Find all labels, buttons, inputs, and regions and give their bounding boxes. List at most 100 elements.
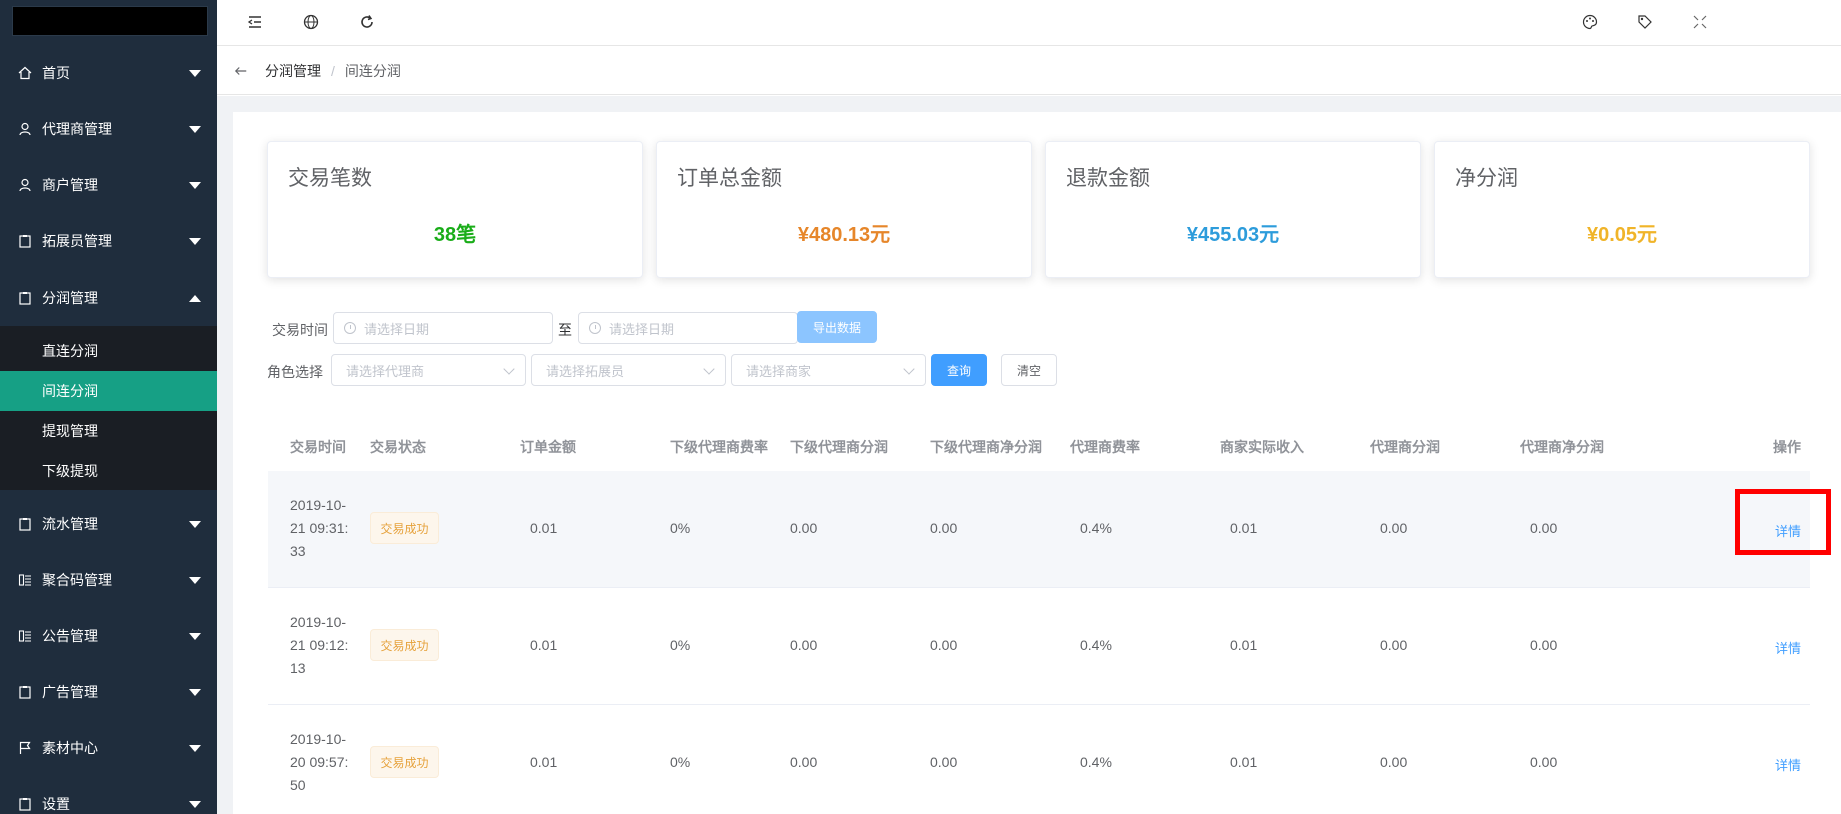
sidebar-item-expanders[interactable]: 拓展员管理	[0, 213, 217, 269]
cell-trade-time-line: 21 09:12:	[290, 637, 349, 653]
cell-sub-profit: 0.00	[790, 637, 818, 653]
sidebar-item-settings[interactable]: 设置	[0, 776, 217, 814]
cell-sub-net-profit: 0.00	[930, 754, 958, 770]
qr-grid-icon	[18, 573, 32, 587]
sidebar-item-label: 商户管理	[42, 177, 98, 193]
sidebar-subitem-label: 间连分润	[42, 383, 98, 399]
refresh-icon[interactable]	[357, 12, 377, 32]
cell-trade-time-line: 33	[290, 543, 306, 559]
cell-merchant-income: 0.01	[1230, 637, 1258, 653]
column-header: 操作	[1773, 439, 1801, 455]
sidebar-item-ads[interactable]: 广告管理	[0, 664, 217, 720]
home-icon	[18, 66, 32, 80]
stat-card-net-profit: 净分润 ¥0.05元	[1434, 141, 1810, 278]
caret-down-icon	[189, 70, 201, 77]
cell-merchant-income: 0.01	[1230, 520, 1258, 536]
stat-card-value: ¥0.05元	[1586, 224, 1658, 246]
clipboard-icon	[18, 685, 32, 699]
back-arrow-icon[interactable]	[231, 61, 251, 81]
end-date-input[interactable]: 请选择日期	[578, 312, 798, 344]
clear-button[interactable]: 清空	[1001, 354, 1057, 386]
status-badge: 交易成功	[370, 746, 439, 778]
sidebar-item-label: 素材中心	[42, 740, 98, 756]
cell-agent-net-profit: 0.00	[1530, 520, 1558, 536]
menu-fold-icon[interactable]	[245, 12, 265, 32]
merchant-select-placeholder: 请选择商家	[746, 363, 812, 379]
cell-trade-time-line: 50	[290, 777, 306, 793]
caret-down-icon	[189, 689, 201, 696]
cell-sub-rate: 0%	[670, 754, 691, 770]
cell-order-amount: 0.01	[530, 520, 558, 536]
sidebar-item-agents[interactable]: 代理商管理	[0, 101, 217, 157]
column-header: 代理商分润	[1370, 439, 1440, 455]
sidebar-item-label: 拓展员管理	[42, 233, 112, 249]
sidebar-item-label: 代理商管理	[42, 121, 112, 137]
qr-grid-icon	[18, 629, 32, 643]
column-header: 商家实际收入	[1220, 439, 1304, 455]
sidebar-item-flow[interactable]: 流水管理	[0, 496, 217, 552]
stat-card-transactions: 交易笔数 38笔	[267, 141, 643, 278]
export-button[interactable]: 导出数据	[797, 311, 877, 343]
merchant-select[interactable]: 请选择商家	[731, 354, 926, 386]
cell-agent-net-profit: 0.00	[1530, 754, 1558, 770]
query-button[interactable]: 查询	[931, 354, 987, 386]
globe-icon[interactable]	[301, 12, 321, 32]
detail-link[interactable]: 详情	[1775, 638, 1801, 657]
cell-trade-time-line: 13	[290, 660, 306, 676]
stat-card-title: 订单总金额	[677, 167, 782, 190]
breadcrumb-separator: /	[331, 62, 335, 79]
sidebar-subitem-sub-withdraw[interactable]: 下级提现	[0, 451, 217, 491]
sidebar-item-label: 广告管理	[42, 684, 98, 700]
clipboard-icon	[18, 291, 32, 305]
detail-link[interactable]: 详情	[1775, 755, 1801, 774]
cell-agent-net-profit: 0.00	[1530, 637, 1558, 653]
palette-icon[interactable]	[1580, 12, 1600, 32]
cell-agent-profit: 0.00	[1380, 754, 1408, 770]
sidebar-subitem-label: 提现管理	[42, 423, 98, 439]
clipboard-icon	[18, 234, 32, 248]
column-header: 交易时间	[290, 439, 346, 455]
sidebar-subitem-withdraw[interactable]: 提现管理	[0, 411, 217, 451]
agent-select-placeholder: 请选择代理商	[346, 363, 425, 379]
sidebar-item-profit[interactable]: 分润管理	[0, 270, 217, 326]
sidebar-item-materials[interactable]: 素材中心	[0, 720, 217, 776]
cell-agent-profit: 0.00	[1380, 637, 1408, 653]
cell-trade-time-line: 2019-10-	[290, 731, 347, 747]
cell-merchant-income: 0.01	[1230, 754, 1258, 770]
cell-trade-time: 2019-10- 21 09:31: 33	[290, 494, 360, 563]
caret-down-icon	[189, 577, 201, 584]
sidebar-item-notice[interactable]: 公告管理	[0, 608, 217, 664]
cell-agent-profit: 0.00	[1380, 520, 1408, 536]
cell-sub-net-profit: 0.00	[930, 520, 958, 536]
cell-order-amount: 0.01	[530, 754, 558, 770]
fullscreen-icon[interactable]	[1690, 12, 1710, 32]
sidebar-subitem-direct-profit[interactable]: 直连分润	[0, 331, 217, 371]
breadcrumb-parent[interactable]: 分润管理	[265, 61, 321, 81]
column-header: 下级代理商分润	[790, 439, 888, 455]
sidebar-item-label: 分润管理	[42, 290, 98, 306]
sidebar-item-home[interactable]: 首页	[0, 45, 217, 101]
clipboard-icon	[18, 517, 32, 531]
column-header: 交易状态	[370, 439, 426, 455]
chevron-down-icon	[703, 363, 715, 375]
start-date-input[interactable]: 请选择日期	[333, 312, 553, 344]
clock-icon	[344, 322, 356, 334]
caret-down-icon	[189, 238, 201, 245]
stat-card-value: 38笔	[433, 224, 477, 246]
tag-icon[interactable]	[1635, 12, 1655, 32]
agent-select[interactable]: 请选择代理商	[331, 354, 526, 386]
breadcrumb-current: 间连分润	[344, 62, 401, 79]
sidebar-subitem-label: 下级提现	[42, 463, 98, 479]
expander-select-placeholder: 请选择拓展员	[546, 363, 625, 379]
cell-trade-time: 2019-10- 21 09:12: 13	[290, 611, 360, 680]
column-header: 代理商费率	[1070, 439, 1140, 455]
expander-select[interactable]: 请选择拓展员	[531, 354, 726, 386]
sidebar-item-merchants[interactable]: 商户管理	[0, 157, 217, 213]
topbar	[217, 0, 1841, 46]
sidebar-item-qrcode[interactable]: 聚合码管理	[0, 552, 217, 608]
cell-agent-rate: 0.4%	[1080, 637, 1112, 653]
caret-up-icon	[189, 295, 201, 302]
sidebar: 首页 代理商管理 商户管理 拓展员管理 分润管理 直连分润 间连分润 提现管理 …	[0, 0, 217, 814]
sidebar-subitem-indirect-profit[interactable]: 间连分润	[0, 371, 217, 411]
breadcrumb: 分润管理 / 间连分润	[217, 47, 1841, 95]
